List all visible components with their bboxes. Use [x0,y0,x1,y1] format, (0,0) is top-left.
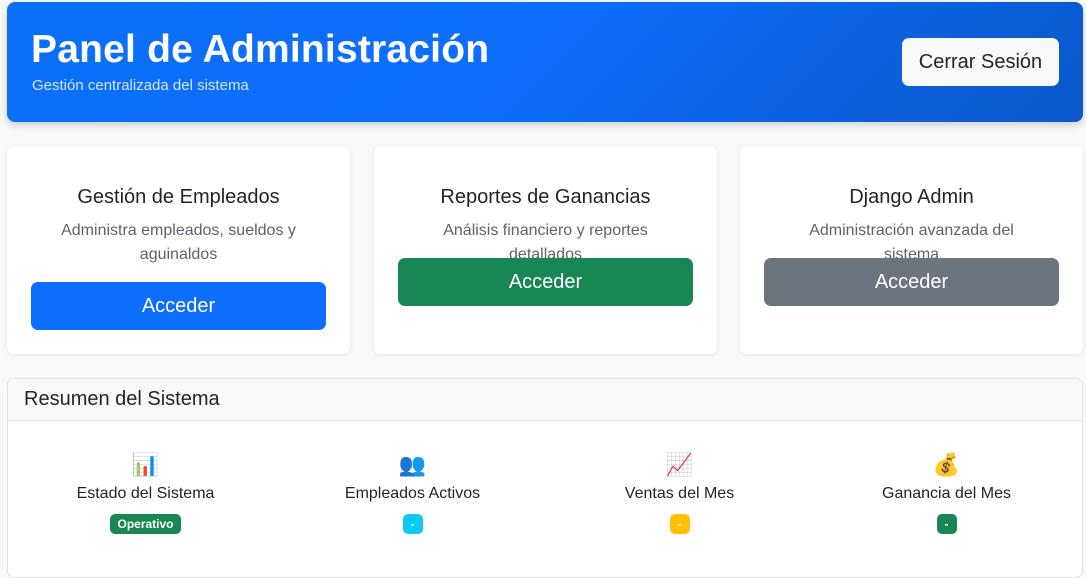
page-header: Panel de Administración Gestión centrali… [7,2,1083,122]
people-icon: 👥 [398,452,427,477]
stat-monthly-profit: 💰 Ganancia del Mes - [812,451,1081,534]
money-bag-icon: 💰 [932,452,961,477]
card-profit-reports: Reportes de Ganancias Análisis financier… [374,146,717,354]
card-django-admin: Django Admin Administración avanzada del… [740,146,1083,354]
bar-chart-icon: 📊 [131,452,160,477]
stat-label: Estado del Sistema [76,485,215,502]
card-description: Administra empleados, sueldos y aguinald… [61,222,296,263]
django-admin-access-button[interactable]: Acceder [764,258,1059,306]
profit-badge: - [936,514,957,534]
card-employees: Gestión de Empleados Administra empleado… [7,146,350,354]
stat-label: Ganancia del Mes [882,485,1011,502]
card-title: Gestión de Empleados [77,186,280,208]
logout-button[interactable]: Cerrar Sesión [902,38,1059,86]
trending-up-icon: 📈 [665,452,694,477]
sales-badge: - [669,514,690,534]
stat-system-status: 📊 Estado del Sistema Operativo [11,451,280,534]
employees-access-button[interactable]: Acceder [31,282,326,330]
stat-monthly-sales: 📈 Ventas del Mes - [545,451,814,534]
stat-label: Ventas del Mes [624,485,735,502]
count-badge: - [402,514,423,534]
system-summary-panel: Resumen del Sistema 📊 Estado del Sistema… [7,378,1083,578]
stat-label: Empleados Activos [344,485,481,502]
page-title: Panel de Administración [31,28,490,71]
card-title: Django Admin [849,186,974,208]
page-subtitle: Gestión centralizada del sistema [32,77,249,94]
summary-title: Resumen del Sistema [8,379,1082,421]
card-title: Reportes de Ganancias [440,186,651,208]
status-badge: Operativo [110,514,181,534]
reports-access-button[interactable]: Acceder [398,258,693,306]
stat-active-employees: 👥 Empleados Activos - [278,451,547,534]
